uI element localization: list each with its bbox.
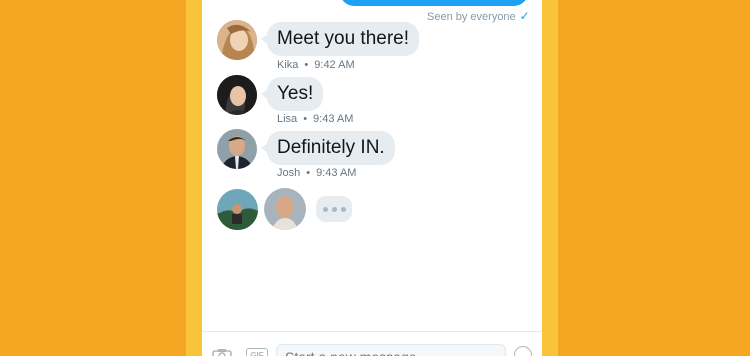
- typing-dot: [340, 206, 346, 212]
- message-input[interactable]: [276, 344, 506, 356]
- chat-screen: Seen by everyone ✓ Meet you there! Kika • 9…: [202, 0, 542, 356]
- message-meta: Kika • 9:42 AM: [277, 59, 355, 71]
- typing-dot: [322, 206, 328, 212]
- message-composer: GIF: [202, 331, 542, 356]
- avatar-kika[interactable]: [217, 20, 257, 60]
- avatar-participant[interactable]: [264, 188, 306, 230]
- sender-name: Kika: [277, 59, 299, 71]
- sent-message-bubble[interactable]: [340, 0, 528, 6]
- message-text: Definitely IN.: [277, 137, 385, 158]
- message-time: 9:43 AM: [313, 113, 354, 125]
- typing-indicator: [316, 196, 352, 222]
- message-meta: Josh • 9:43 AM: [277, 167, 356, 179]
- message-time: 9:42 AM: [314, 59, 355, 71]
- message-bubble[interactable]: Definitely IN.: [261, 131, 395, 165]
- meta-separator: •: [306, 167, 311, 179]
- avatar-josh[interactable]: [217, 129, 257, 169]
- typing-dot: [331, 206, 337, 212]
- gif-button[interactable]: GIF: [246, 348, 268, 356]
- meta-separator: •: [304, 59, 309, 71]
- message-text: Meet you there!: [277, 28, 410, 49]
- message-meta: Lisa • 9:43 AM: [277, 113, 353, 125]
- seen-status: Seen by everyone ✓: [427, 9, 530, 23]
- seen-status-text: Seen by everyone: [427, 11, 516, 23]
- message-bubble[interactable]: Yes!: [260, 77, 324, 111]
- sender-name: Lisa: [277, 113, 298, 125]
- message-time: 9:43 AM: [316, 167, 357, 179]
- sender-name: Josh: [277, 167, 301, 179]
- avatar-participant[interactable]: [217, 189, 258, 230]
- camera-icon[interactable]: [212, 348, 232, 356]
- message-text: Yes!: [277, 83, 314, 104]
- emoji-icon[interactable]: [514, 346, 532, 356]
- meta-separator: •: [303, 113, 308, 125]
- message-bubble[interactable]: Meet you there!: [260, 22, 420, 56]
- checkmark-icon: ✓: [519, 9, 530, 23]
- avatar-lisa[interactable]: [217, 75, 257, 115]
